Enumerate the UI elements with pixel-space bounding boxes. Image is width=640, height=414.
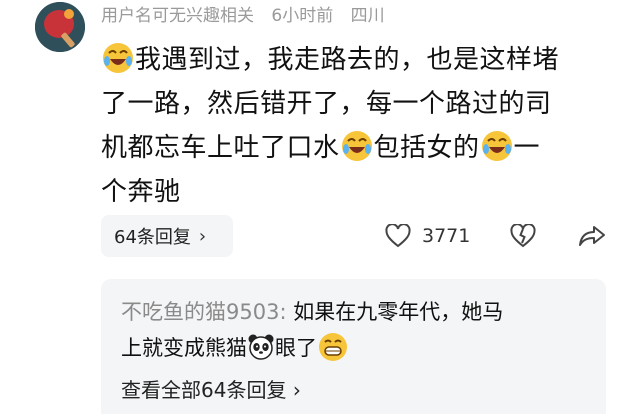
chevron-right-icon: › — [198, 225, 207, 247]
chevron-right-icon: › — [292, 378, 301, 402]
comment-text-1: 我遇到过，我走路去的，也是这样堵 — [135, 45, 560, 75]
comment-line-4: 个奔驰 — [101, 170, 606, 214]
comment-location: 四川 — [350, 6, 385, 26]
laughing-crying-emoji-icon — [101, 41, 135, 75]
reply-author-name[interactable]: 不吃鱼的猫9503: — [121, 300, 287, 324]
author-name[interactable]: 用户名可无兴趣相关 — [101, 6, 254, 26]
comment-text-3: 机都忘车上吐了口水 — [101, 133, 340, 163]
comment-text-6: 个奔驰 — [101, 177, 181, 207]
avatar[interactable] — [35, 2, 85, 52]
like-button[interactable]: 3771 — [385, 221, 470, 251]
heart-outline-icon — [385, 224, 411, 248]
view-all-replies-label: 查看全部64条回复 — [121, 378, 287, 402]
view-replies-label: 64条回复 — [114, 227, 191, 248]
view-all-replies-link[interactable]: 查看全部64条回复 › — [121, 374, 301, 403]
comment-line-2: 了一路，然后错开了，每一个路过的司 — [101, 82, 606, 126]
reply-text-1: 如果在九零年代，她马 — [286, 300, 504, 324]
comment-body: 我遇到过，我走路去的，也是这样堵 了一路，然后错开了，每一个路过的司 机都忘车上… — [101, 38, 606, 214]
ping-pong-paddle-avatar-icon — [35, 2, 85, 52]
laughing-crying-emoji-icon — [340, 129, 374, 163]
reply-preview-text: 不吃鱼的猫9503: 如果在九零年代，她马 上就变成熊猫 眼了 — [121, 294, 591, 366]
reply-text-3: 眼了 — [275, 336, 317, 360]
reply-text-2: 上就变成熊猫 — [121, 336, 247, 360]
comment-meta: 用户名可无兴趣相关 6小时前 四川 — [101, 4, 385, 28]
comment-text-5: 一 — [513, 133, 541, 163]
view-replies-button[interactable]: 64条回复 › — [101, 215, 233, 257]
broken-heart-icon — [510, 224, 536, 248]
comment-text-2: 了一路，然后错开了，每一个路过的司 — [101, 89, 552, 119]
comment-line-3: 机都忘车上吐了口水 包括女的 一 — [101, 126, 606, 170]
reply-line-1: 不吃鱼的猫9503: 如果在九零年代，她马 — [121, 294, 591, 330]
reply-line-2: 上就变成熊猫 眼了 — [121, 330, 591, 366]
share-arrow-icon — [579, 226, 605, 246]
reply-preview: 不吃鱼的猫9503: 如果在九零年代，她马 上就变成熊猫 眼了 查看全部64条回… — [101, 279, 606, 414]
like-count: 3771 — [422, 225, 471, 247]
share-button[interactable] — [578, 221, 606, 251]
dislike-button[interactable] — [510, 221, 536, 251]
comment-line-1: 我遇到过，我走路去的，也是这样堵 — [101, 38, 606, 82]
grinning-emoji-icon — [317, 331, 349, 363]
comment-text-4: 包括女的 — [373, 133, 480, 163]
panda-face-emoji-icon — [247, 333, 275, 361]
comment-time: 6小时前 — [271, 6, 334, 26]
laughing-crying-emoji-icon — [480, 129, 514, 163]
